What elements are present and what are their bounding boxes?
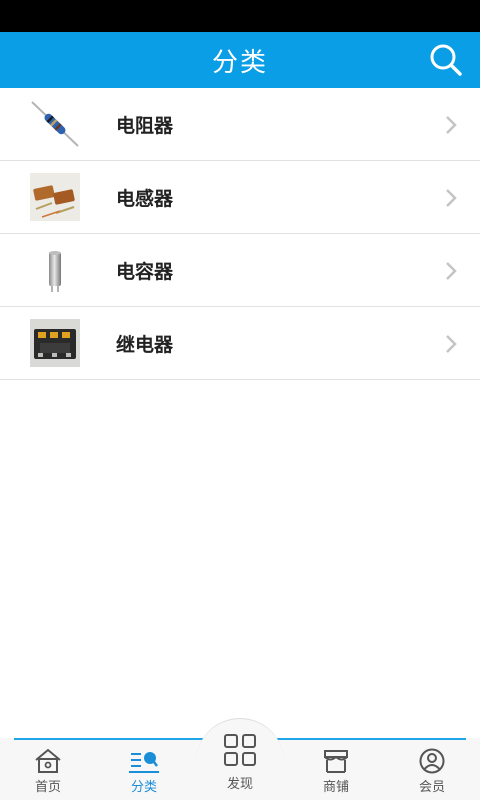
- resistor-image: [30, 100, 80, 148]
- tab-label: 发现: [226, 777, 253, 792]
- category-search-icon: [129, 752, 159, 773]
- category-list: 电阻器 电感器 电容器 继电器: [0, 88, 480, 380]
- shop-icon: [324, 750, 348, 773]
- tab-label: 首页: [34, 780, 61, 795]
- category-label: 电容器: [116, 260, 174, 283]
- tab-member[interactable]: 会员: [384, 742, 480, 800]
- status-bar: [0, 0, 480, 32]
- tab-shop[interactable]: 商铺: [288, 742, 384, 800]
- tab-discover[interactable]: 发现: [196, 718, 284, 800]
- category-row-relay[interactable]: 继电器: [0, 307, 480, 380]
- tab-label: 会员: [418, 780, 445, 795]
- page-title: 分类: [211, 47, 268, 78]
- tab-label: 分类: [130, 780, 157, 795]
- inductor-image: [30, 173, 80, 221]
- capacitor-image: [30, 246, 80, 294]
- category-row-resistor[interactable]: 电阻器: [0, 88, 480, 161]
- discover-grid-icon: [224, 734, 256, 766]
- tab-home[interactable]: 首页: [0, 742, 96, 800]
- category-label: 电阻器: [116, 114, 174, 137]
- category-label: 继电器: [116, 333, 174, 356]
- app-header: 分类: [0, 32, 480, 88]
- member-icon: [419, 748, 445, 774]
- chevron-right-icon: [446, 116, 457, 134]
- search-button[interactable]: [426, 40, 466, 80]
- chevron-right-icon: [446, 189, 457, 207]
- relay-image: [30, 319, 80, 367]
- chevron-right-icon: [446, 262, 457, 280]
- category-row-inductor[interactable]: 电感器: [0, 161, 480, 234]
- home-icon: [35, 748, 61, 773]
- tab-label: 商铺: [322, 780, 349, 795]
- category-row-capacitor[interactable]: 电容器: [0, 234, 480, 307]
- category-label: 电感器: [116, 187, 174, 210]
- search-icon: [430, 44, 462, 76]
- chevron-right-icon: [446, 335, 457, 353]
- tab-category[interactable]: 分类: [96, 742, 192, 800]
